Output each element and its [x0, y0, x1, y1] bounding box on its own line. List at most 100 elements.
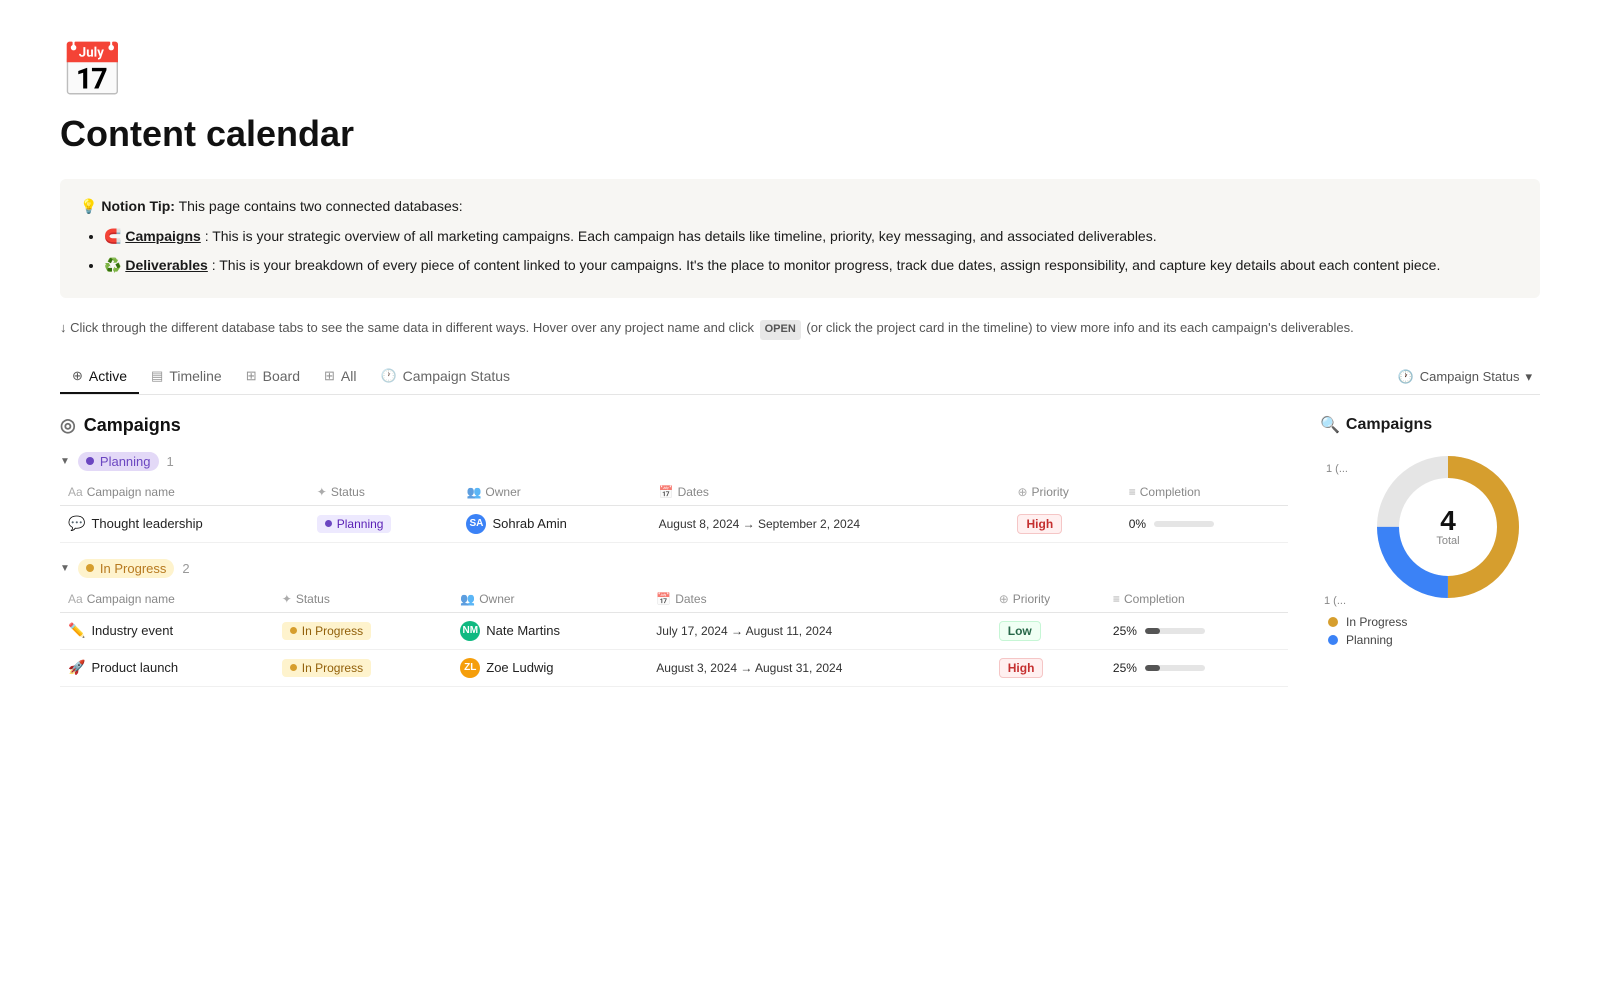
- page-icon: 📅: [60, 40, 1540, 101]
- chart-container: 1 (... 4 Total: [1320, 447, 1540, 651]
- completion-bar-bg-industry: [1145, 628, 1205, 634]
- donut-chart: 4 Total: [1368, 447, 1528, 607]
- chart-side-label-top: 1 (...: [1320, 447, 1348, 475]
- row-priority-industry: Low: [991, 612, 1105, 649]
- table-row[interactable]: ✏️ Industry event In Progress: [60, 612, 1288, 649]
- tab-board[interactable]: ⊞ Board: [234, 360, 312, 394]
- tab-all-icon: ⊞: [324, 368, 335, 384]
- owner-name-thought: Sohrab Amin: [492, 516, 566, 531]
- owner-name-product: Zoe Ludwig: [486, 660, 553, 675]
- owner-name-industry: Nate Martins: [486, 623, 560, 638]
- status-dot-planning: [325, 520, 332, 527]
- completion-pct-product: 25%: [1113, 661, 1137, 675]
- row-status-thought: Planning: [309, 505, 459, 542]
- th-dates-ip: 📅Dates: [648, 586, 990, 613]
- tab-campaign-status[interactable]: 🕐 Campaign Status: [368, 360, 522, 394]
- status-text-industry: In Progress: [302, 624, 363, 638]
- tip-deliverables-text: : This is your breakdown of every piece …: [212, 257, 1441, 273]
- chart-section: 🔍 Campaigns 1 (...: [1320, 415, 1540, 651]
- name-icon-industry: ✏️: [68, 622, 85, 639]
- tip-bullet-deliverables-icon: ♻️: [104, 257, 125, 273]
- completion-bar-bg-thought: [1154, 521, 1214, 527]
- in-progress-dot: [86, 564, 94, 572]
- campaigns-section-header: ◎ Campaigns: [60, 415, 1288, 436]
- tab-timeline[interactable]: ▤ Timeline: [139, 360, 234, 394]
- row-name-product-launch: 🚀 Product launch: [60, 649, 274, 686]
- group-in-progress-header[interactable]: ▼ In Progress 2: [60, 559, 1288, 578]
- tab-board-icon: ⊞: [246, 368, 257, 384]
- tip-title-text: This page contains two connected databas…: [179, 198, 463, 214]
- row-status-industry: In Progress: [274, 612, 453, 649]
- row-name-thought-leadership: 💬 Thought leadership: [60, 505, 309, 542]
- planning-label-text: Planning: [100, 454, 151, 469]
- th-dates-planning: 📅Dates: [651, 479, 1010, 506]
- donut-total-label: Total: [1436, 535, 1459, 547]
- donut-center: 4 Total: [1436, 507, 1459, 547]
- campaign-status-filter[interactable]: 🕐 Campaign Status ▾: [1390, 365, 1540, 389]
- row-priority-thought: High: [1009, 505, 1120, 542]
- planning-table-header-row: AaCampaign name ✦Status 👥Owner 📅Dates ⊕P…: [60, 479, 1288, 506]
- planning-dot: [86, 457, 94, 465]
- tip-campaigns-name: Campaigns: [125, 228, 200, 244]
- chart-title: 🔍 Campaigns: [1320, 415, 1540, 435]
- th-status-ip: ✦Status: [274, 586, 453, 613]
- tab-timeline-label: Timeline: [169, 368, 221, 384]
- tab-active-icon: ⊕: [72, 368, 83, 384]
- legend-item-planning: Planning: [1328, 633, 1540, 647]
- row-dates-thought: August 8, 2024 → September 2, 2024: [651, 505, 1010, 542]
- group-planning-header[interactable]: ▼ Planning 1: [60, 452, 1288, 471]
- group-in-progress-caret: ▼: [60, 563, 70, 574]
- in-progress-label-text: In Progress: [100, 561, 166, 576]
- tabs-bar: ⊕ Active ▤ Timeline ⊞ Board ⊞ All 🕐 Camp…: [60, 360, 1540, 395]
- completion-bar-fill-industry: [1145, 628, 1160, 634]
- group-in-progress-count: 2: [182, 561, 189, 576]
- row-priority-product: High: [991, 649, 1105, 686]
- th-status-planning: ✦Status: [309, 479, 459, 506]
- planning-table: AaCampaign name ✦Status 👥Owner 📅Dates ⊕P…: [60, 479, 1288, 543]
- table-row[interactable]: 🚀 Product launch In Progress: [60, 649, 1288, 686]
- open-badge: OPEN: [760, 320, 801, 340]
- row-dates-product: August 3, 2024 → August 31, 2024: [648, 649, 990, 686]
- row-owner-thought: SA Sohrab Amin: [458, 505, 650, 542]
- row-completion-thought: 0%: [1121, 505, 1288, 542]
- tab-all-label: All: [341, 368, 357, 384]
- tab-all[interactable]: ⊞ All: [312, 360, 368, 394]
- table-section: ◎ Campaigns ▼ Planning 1 AaCampaign name…: [60, 415, 1288, 703]
- tab-campaign-status-icon: 🕐: [380, 368, 396, 384]
- th-priority-ip: ⊕Priority: [991, 586, 1105, 613]
- group-in-progress-label: In Progress: [78, 559, 174, 578]
- page-title: Content calendar: [60, 113, 1540, 155]
- main-layout: ◎ Campaigns ▼ Planning 1 AaCampaign name…: [60, 415, 1540, 703]
- filter-label: Campaign Status: [1420, 369, 1520, 384]
- name-icon-product: 🚀: [68, 659, 85, 676]
- row-owner-industry: NM Nate Martins: [452, 612, 648, 649]
- tip-bullet-campaigns-icon: 🧲: [104, 228, 125, 244]
- group-planning-caret: ▼: [60, 456, 70, 467]
- in-progress-table: AaCampaign name ✦Status 👥Owner 📅Dates ⊕P…: [60, 586, 1288, 687]
- table-row[interactable]: 💬 Thought leadership Planning: [60, 505, 1288, 542]
- priority-badge-high-product: High: [999, 658, 1044, 678]
- tip-campaigns-text: : This is your strategic overview of all…: [205, 228, 1157, 244]
- campaigns-section-icon: ◎: [60, 415, 76, 436]
- tip-bullet-campaigns: 🧲 Campaigns : This is your strategic ove…: [104, 225, 1520, 247]
- row-owner-product: ZL Zoe Ludwig: [452, 649, 648, 686]
- note-text-1: ↓ Click through the different database t…: [60, 320, 754, 335]
- th-completion-ip: ≡Completion: [1105, 586, 1288, 613]
- note-text-2: (or click the project card in the timeli…: [806, 320, 1353, 335]
- chart-title-icon: 🔍: [1320, 415, 1340, 435]
- tip-deliverables-name: Deliverables: [125, 257, 208, 273]
- tab-active[interactable]: ⊕ Active: [60, 360, 139, 394]
- campaign-name-thought: Thought leadership: [91, 516, 202, 531]
- tip-emoji: 💡: [80, 198, 97, 214]
- row-completion-industry: 25%: [1105, 612, 1288, 649]
- legend-dot-planning: [1328, 635, 1338, 645]
- status-dot-ip-product: [290, 664, 297, 671]
- group-planning: ▼ Planning 1 AaCampaign name ✦Status 👥Ow…: [60, 452, 1288, 543]
- th-completion-planning: ≡Completion: [1121, 479, 1288, 506]
- tab-active-label: Active: [89, 368, 127, 384]
- chart-legend: In Progress Planning: [1320, 615, 1540, 651]
- row-status-product: In Progress: [274, 649, 453, 686]
- priority-badge-low: Low: [999, 621, 1041, 641]
- group-planning-label: Planning: [78, 452, 159, 471]
- status-text-product: In Progress: [302, 661, 363, 675]
